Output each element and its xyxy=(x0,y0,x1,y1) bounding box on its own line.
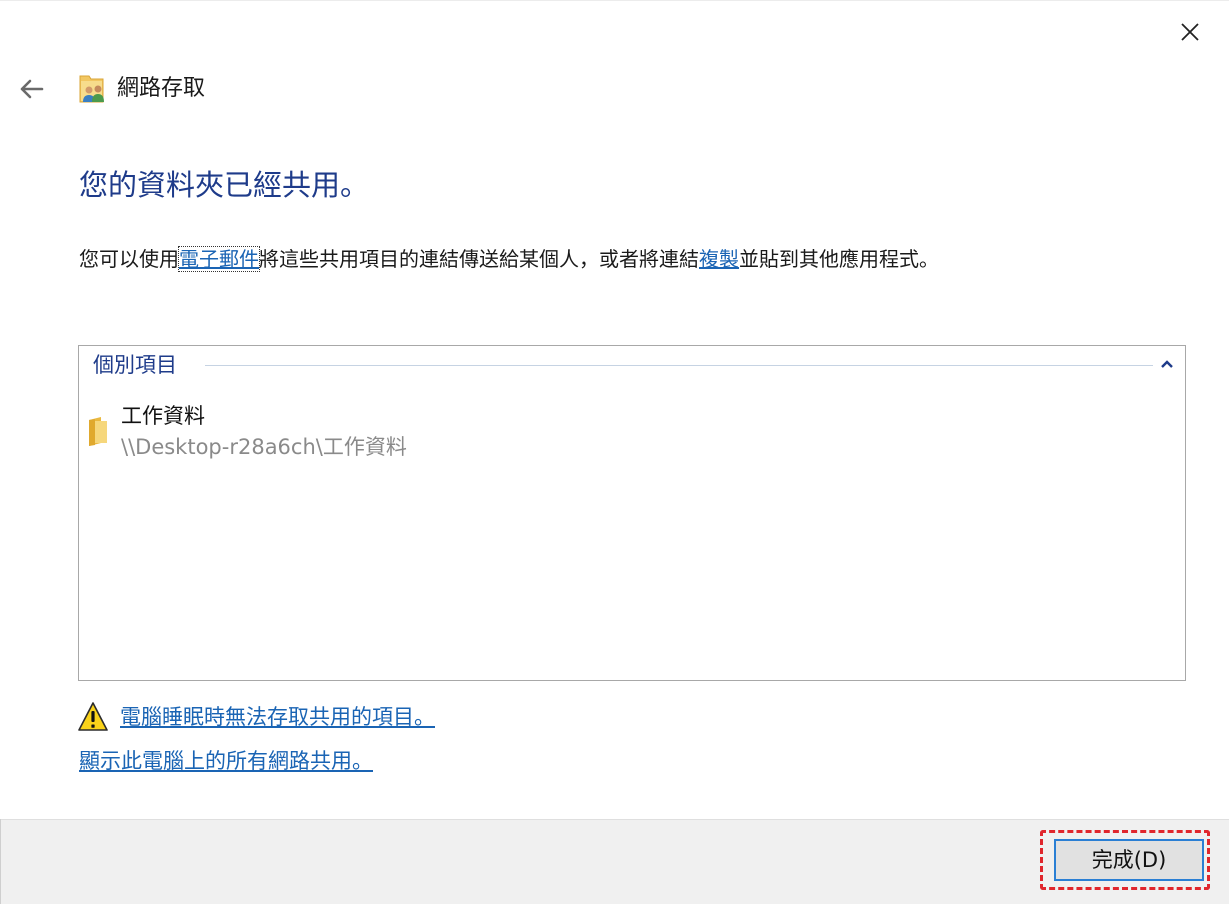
finish-button[interactable]: 完成(D) xyxy=(1054,839,1204,881)
shared-item-path: \\Desktop-r28a6ch\工作資料 xyxy=(121,435,407,459)
group-header-label: 個別項目 xyxy=(93,353,177,377)
back-arrow-icon xyxy=(20,79,44,99)
collapse-group-button[interactable] xyxy=(1159,356,1175,372)
email-link[interactable]: 電子郵件 xyxy=(178,246,260,272)
shared-item-row[interactable]: 工作資料 \\Desktop-r28a6ch\工作資料 xyxy=(87,400,687,466)
shared-item-name: 工作資料 xyxy=(121,404,205,428)
group-header-divider xyxy=(205,365,1153,366)
close-button[interactable] xyxy=(1168,12,1212,52)
page-heading: 您的資料夾已經共用。 xyxy=(79,168,370,202)
share-description: 您可以使用電子郵件將這些共用項目的連結傳送給某個人，或者將連結複製並貼到其他應用… xyxy=(79,244,939,274)
description-text-after: 並貼到其他應用程式。 xyxy=(739,247,939,271)
close-icon xyxy=(1181,23,1199,41)
window-title: 網路存取 xyxy=(117,76,206,101)
back-button[interactable] xyxy=(14,74,48,104)
copy-link[interactable]: 複製 xyxy=(699,247,739,271)
show-all-shares-link[interactable]: 顯示此電腦上的所有網路共用。 xyxy=(79,745,373,777)
shared-items-panel: 個別項目 工作資料 \\Desktop-r28a6ch\工作資料 xyxy=(78,345,1186,681)
sleep-warning-link[interactable]: 電腦睡眠時無法存取共用的項目。 xyxy=(120,701,435,733)
network-share-users-icon xyxy=(79,74,107,104)
warning-icon xyxy=(78,702,108,731)
description-text-before: 您可以使用 xyxy=(79,247,179,271)
folder-icon xyxy=(89,417,107,446)
description-text-middle: 將這些共用項目的連結傳送給某個人，或者將連結 xyxy=(259,247,699,271)
footer-left-edge xyxy=(0,819,1,904)
chevron-up-icon xyxy=(1161,360,1173,368)
window-top-edge xyxy=(0,0,1229,1)
